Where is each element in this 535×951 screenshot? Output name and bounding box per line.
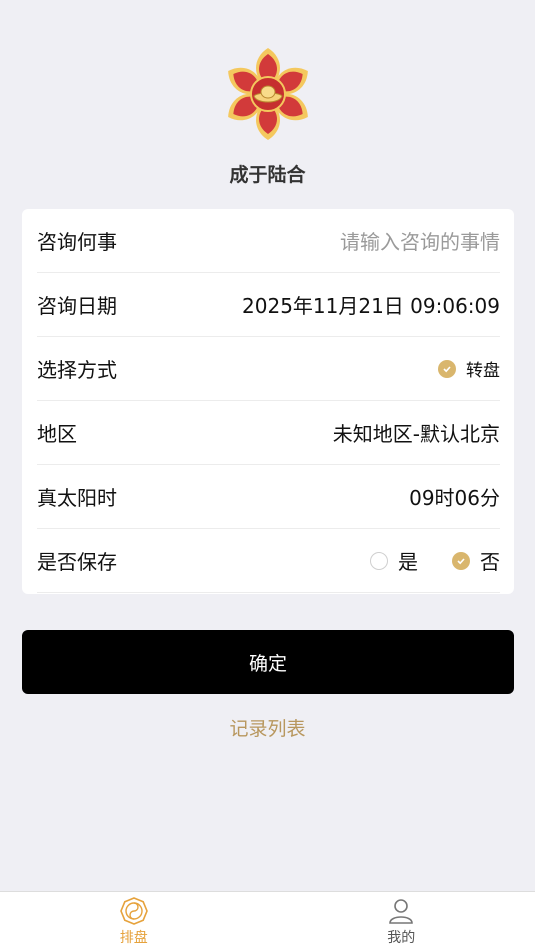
- matter-row[interactable]: 咨询何事 请输入咨询的事情: [37, 209, 500, 273]
- region-row[interactable]: 地区 未知地区-默认北京: [37, 401, 500, 465]
- solar-time-label: 真太阳时: [37, 486, 117, 510]
- checked-icon: [438, 359, 456, 378]
- unchecked-icon: [370, 551, 388, 570]
- method-row: 选择方式 转盘: [37, 337, 500, 401]
- save-row: 是否保存 是 否: [37, 529, 500, 593]
- tab-paipan-label: 排盘: [119, 930, 148, 946]
- matter-label: 咨询何事: [37, 230, 117, 254]
- tab-mine[interactable]: 我的: [268, 892, 535, 951]
- user-icon: [389, 899, 414, 924]
- bottom-tab-bar: 排盘 我的: [0, 891, 535, 951]
- records-list-link[interactable]: 记录列表: [0, 714, 535, 741]
- app-title: 成于陆合: [229, 164, 306, 186]
- method-option-turntable[interactable]: 转盘: [438, 356, 500, 381]
- date-value[interactable]: 2025年11月21日 09:06:09: [242, 290, 500, 319]
- consult-form: 咨询何事 请输入咨询的事情 咨询日期 2025年11月21日 09:06:09 …: [22, 209, 514, 594]
- tab-mine-label: 我的: [387, 930, 416, 946]
- checked-icon: [452, 551, 470, 570]
- save-label: 是否保存: [37, 550, 117, 574]
- date-row[interactable]: 咨询日期 2025年11月21日 09:06:09: [37, 273, 500, 337]
- method-label: 选择方式: [37, 358, 117, 382]
- confirm-button[interactable]: 确定: [22, 630, 514, 694]
- matter-input[interactable]: 请输入咨询的事情: [340, 226, 500, 255]
- bagua-icon: [119, 897, 148, 925]
- solar-time-row: 真太阳时 09时06分: [37, 465, 500, 529]
- region-value[interactable]: 未知地区-默认北京: [333, 418, 500, 447]
- solar-time-value: 09时06分: [409, 486, 500, 510]
- lotus-ingot-logo-icon: [227, 48, 308, 140]
- save-option-no[interactable]: 否: [452, 546, 500, 575]
- date-label: 咨询日期: [37, 294, 117, 318]
- save-yes-label: 是: [398, 550, 418, 574]
- save-option-yes[interactable]: 是: [370, 546, 418, 575]
- method-option-label: 转盘: [466, 361, 500, 381]
- save-radio-group: 是 否: [370, 546, 500, 575]
- save-no-label: 否: [480, 550, 500, 574]
- tab-paipan[interactable]: 排盘: [0, 892, 268, 951]
- app-logo: [0, 44, 535, 144]
- region-label: 地区: [37, 422, 77, 446]
